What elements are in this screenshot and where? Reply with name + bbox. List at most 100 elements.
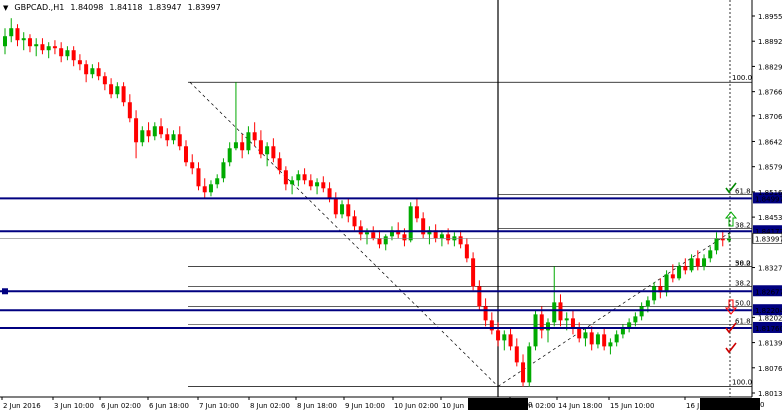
- price-tick-label: 1.84530: [758, 214, 782, 222]
- candle-body: [90, 68, 95, 75]
- candle-body: [602, 334, 607, 347]
- candle-body: [645, 300, 650, 307]
- time-tick-label: 2 Jun 2016: [3, 402, 41, 410]
- price-tick-label: 1.86420: [758, 138, 782, 146]
- price-chart[interactable]: 100.0100.061.838.238.250.038.250.061.8 1…: [0, 0, 782, 411]
- candle-body: [46, 46, 51, 51]
- time-tick-label: 10 Jun: [442, 402, 464, 410]
- axes-layer: 1.89555 1.88925 1.88295 1.87665 1.87060 1.864…: [1, 13, 782, 410]
- price-tick-label: 1.88295: [758, 63, 782, 71]
- fib-level-label: 38.2: [735, 279, 751, 287]
- time-tick-label: 8 Jun 02:00: [250, 402, 290, 410]
- candle-body: [402, 234, 407, 241]
- candle-body: [471, 258, 476, 287]
- candle-body: [177, 134, 182, 147]
- candle-body: [84, 64, 89, 75]
- price-tick-label: 1.85790: [758, 164, 782, 172]
- candle-body: [227, 148, 232, 163]
- candle-body: [695, 258, 700, 267]
- price-tick-label: 1.87665: [758, 89, 782, 97]
- candle-body: [202, 186, 207, 193]
- candle-body: [277, 158, 282, 171]
- candle-body: [365, 232, 369, 235]
- candle-body: [171, 134, 176, 141]
- candle-body: [458, 236, 463, 245]
- price-tag-label: 1.82677: [755, 288, 782, 296]
- time-tick-label: 9 Jun 10:00: [345, 402, 385, 410]
- candle-body: [190, 162, 195, 169]
- candle-body: [383, 236, 388, 245]
- time-tick-label: 7 Jun 10:00: [199, 402, 239, 410]
- price-tick-label: 1.81395: [758, 340, 782, 348]
- candle-body: [333, 198, 338, 215]
- candle-body: [252, 132, 257, 141]
- line-handle[interactable]: [2, 288, 8, 295]
- candle-body: [15, 28, 20, 41]
- candle-body: [714, 238, 719, 251]
- candle-body: [639, 306, 644, 317]
- candle-body: [577, 328, 582, 339]
- candle-body: [3, 36, 7, 47]
- candle-body: [315, 182, 320, 187]
- last-time-label: 2016.06.16 16:00: [702, 401, 764, 409]
- fib-level-label: 61.8: [735, 317, 751, 325]
- candle-body: [121, 86, 126, 103]
- candle-body: [196, 168, 201, 187]
- candle-body: [146, 130, 151, 137]
- candle-body: [570, 318, 575, 329]
- candle-body: [664, 274, 669, 293]
- time-tick-label: 15 Jun 10:00: [610, 402, 654, 410]
- candle-body: [283, 170, 288, 185]
- price-tick-label: 1.87060: [758, 113, 782, 121]
- candle-body: [302, 174, 307, 181]
- candles-layer: [3, 18, 731, 387]
- price-tick-label: 1.82025: [758, 314, 782, 322]
- time-tick-label: 14 Jun 18:00: [558, 402, 602, 410]
- price-tick-label: 1.83270: [758, 265, 782, 273]
- candle-body: [633, 316, 638, 323]
- candle-body: [371, 232, 376, 239]
- candle-body: [408, 206, 413, 241]
- candle-body: [352, 216, 357, 227]
- candle-body: [296, 174, 301, 181]
- price-tag-label: 1.81760: [755, 325, 782, 333]
- candle-body: [608, 342, 613, 347]
- time-tick-label: 3 Jun 10:00: [54, 402, 94, 410]
- candle-body: [27, 38, 32, 47]
- fib-level-label: 61.8: [735, 187, 751, 195]
- candle-body: [464, 244, 469, 259]
- levels-layer: 1.849971.841771.826771.822041.817601.839…: [0, 192, 782, 333]
- candle-body: [502, 334, 507, 341]
- candle-body: [152, 126, 157, 137]
- candle-body: [258, 140, 263, 155]
- candle-body: [446, 234, 451, 241]
- signals-layer: [724, 182, 738, 354]
- candle-body: [184, 146, 188, 163]
- candle-body: [514, 346, 519, 363]
- candle-body: [670, 274, 675, 279]
- candle-body: [552, 302, 557, 323]
- candle-body: [215, 178, 220, 185]
- price-tick-label: 1.88925: [758, 38, 782, 46]
- candle-body: [271, 146, 276, 159]
- candle-body: [102, 76, 107, 85]
- fib-label-100-bottom: 100.0: [732, 378, 752, 386]
- check-red-icon: [725, 342, 737, 354]
- candle-body: [683, 266, 688, 271]
- candle-body: [477, 286, 482, 307]
- candle-body: [414, 206, 419, 219]
- candle-body: [346, 204, 351, 217]
- price-tick-label: 1.89555: [758, 13, 782, 21]
- candle-body: [59, 48, 64, 57]
- candle-body: [321, 182, 326, 189]
- crosshair-time-label: 2016.06.13 12:00: [470, 401, 532, 409]
- candle-body: [496, 330, 501, 341]
- candle-body: [689, 258, 694, 271]
- fib-level-label: 50.0: [735, 299, 751, 307]
- candle-body: [115, 86, 120, 95]
- candle-body: [327, 188, 332, 199]
- candle-body: [340, 204, 345, 215]
- candle-body: [34, 44, 39, 47]
- candle-body: [77, 60, 82, 65]
- candle-body: [583, 332, 588, 339]
